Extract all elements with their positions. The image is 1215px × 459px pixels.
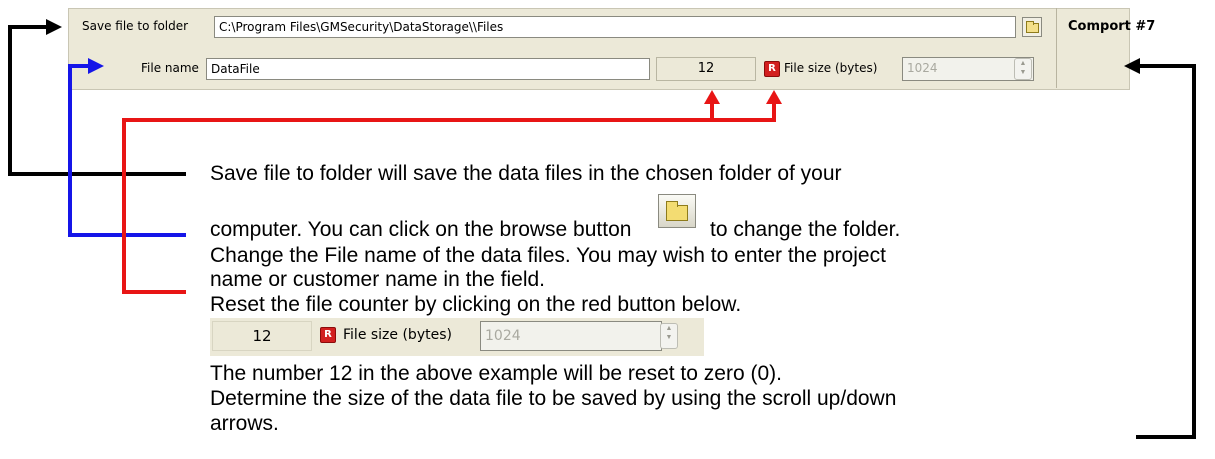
file-size-spinner[interactable]: ▲ ▼ [1014, 58, 1032, 80]
filesize-connector-bottom [1136, 435, 1196, 439]
spin-down-icon[interactable]: ▼ [1015, 68, 1031, 77]
filename-connector-bottom [68, 233, 186, 237]
file-name-input[interactable]: DataFile [206, 58, 650, 80]
explanation-line-2a: computer. You can click on the browse bu… [210, 218, 632, 241]
spin-up-icon: ▲ [665, 325, 673, 332]
folder-connector-top [8, 25, 48, 29]
arrow-left-icon [1124, 58, 1140, 74]
browse-folder-example [658, 194, 696, 228]
example-file-counter: 12 [212, 321, 312, 351]
file-name-label: File name [141, 61, 199, 75]
spin-up-icon[interactable]: ▲ [1015, 59, 1031, 68]
comport-label: Comport #7 [1068, 19, 1156, 34]
arrow-up-icon [704, 90, 720, 104]
explanation-line-2b: to change the folder. [710, 218, 901, 241]
arrow-up-icon [766, 90, 782, 104]
reset-connector-bottom [122, 290, 186, 294]
explanation-line-8: arrows. [210, 412, 279, 435]
filesize-connector-vertical [1192, 64, 1196, 439]
toolbar-divider [1056, 8, 1057, 88]
folder-icon [666, 201, 688, 221]
spin-down-icon: ▼ [665, 334, 673, 341]
browse-folder-button[interactable] [1022, 17, 1042, 37]
file-size-label: File size (bytes) [784, 61, 878, 75]
arrow-right-icon [88, 58, 104, 74]
file-counter: 12 [656, 57, 756, 81]
folder-connector-bottom [8, 172, 186, 176]
filesize-connector-top [1140, 64, 1196, 68]
folder-connector-vertical [8, 26, 12, 176]
example-file-size-input: 1024 [480, 321, 662, 351]
explanation-line-6: The number 12 in the above example will … [210, 362, 782, 385]
save-folder-input[interactable]: C:\Program Files\GMSecurity\DataStorage\… [214, 16, 1016, 38]
explanation-line-5: Reset the file counter by clicking on th… [210, 293, 742, 316]
filename-connector-vertical [68, 64, 72, 237]
example-file-size-spinner: ▲ ▼ [660, 323, 678, 349]
reset-icon: R [768, 63, 776, 74]
reset-connector-vertical [122, 118, 126, 294]
reset-connector-top [122, 118, 776, 122]
folder-icon [1026, 21, 1039, 33]
explanation-line-7: Determine the size of the data file to b… [210, 387, 897, 410]
explanation-line-3: Change the File name of the data files. … [210, 244, 886, 267]
arrow-right-icon [46, 19, 62, 35]
reset-icon: R [324, 329, 332, 340]
explanation-line-4: name or customer name in the field. [210, 268, 545, 291]
example-file-size-label: File size (bytes) [343, 327, 452, 343]
filename-connector-top [68, 64, 90, 68]
save-folder-label: Save file to folder [82, 19, 189, 33]
example-reset-button: R [320, 327, 336, 343]
explanation-line-1: Save file to folder will save the data f… [210, 162, 842, 185]
reset-counter-button[interactable]: R [764, 61, 780, 77]
